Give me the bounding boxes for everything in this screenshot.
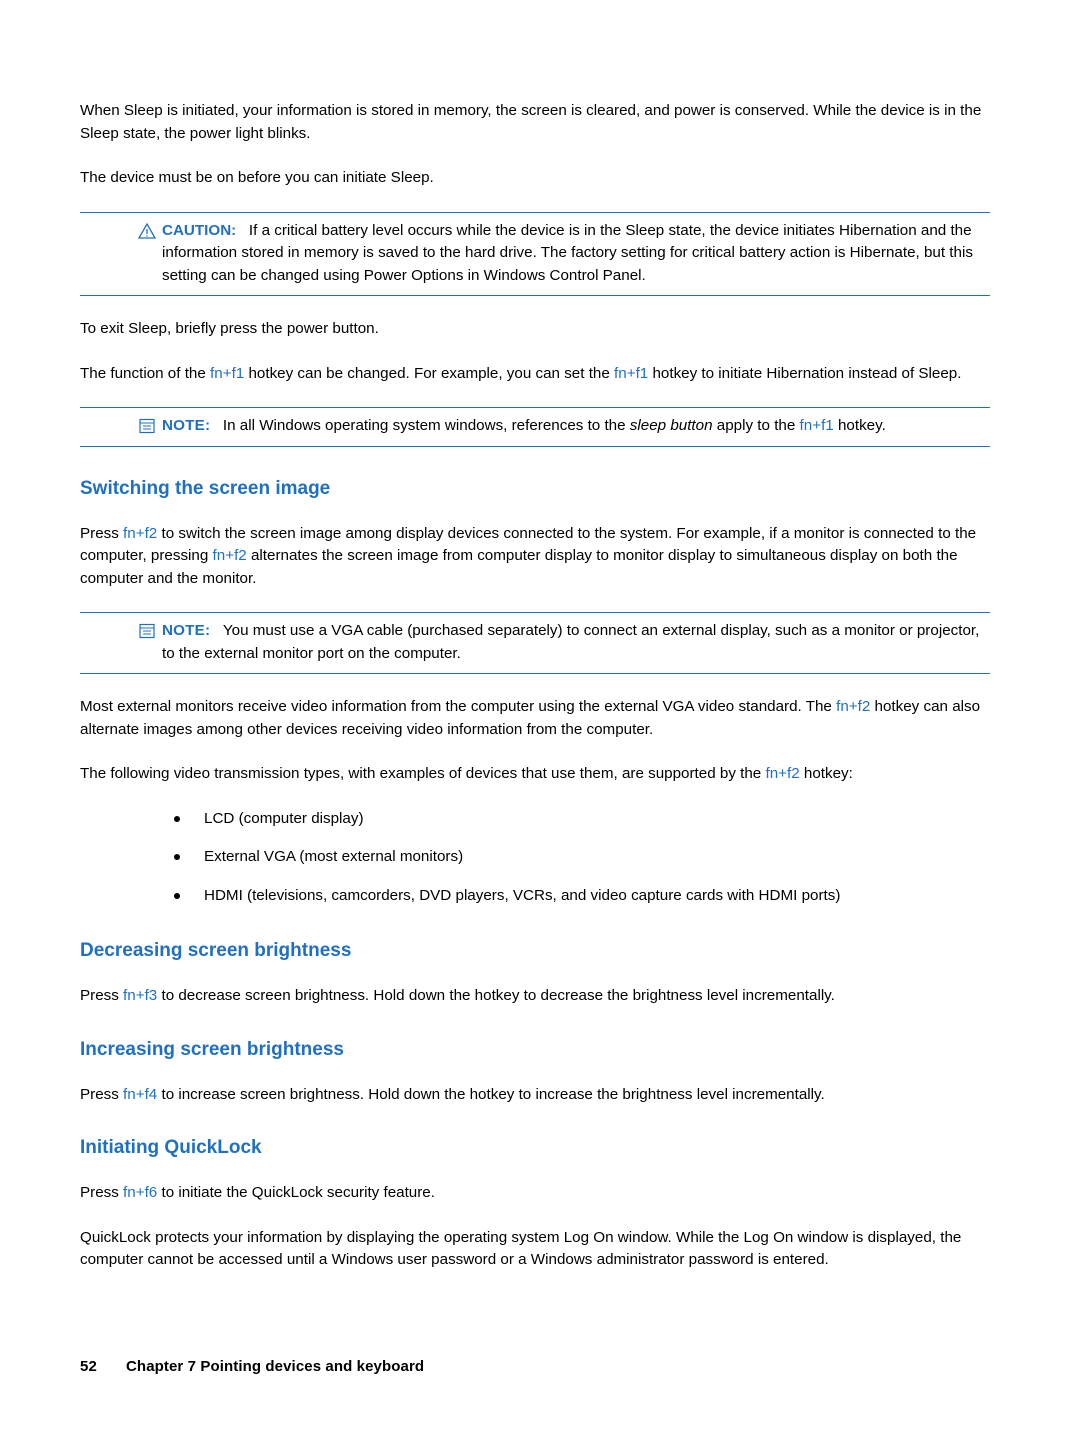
- note-text: You must use a VGA cable (purchased sepa…: [162, 622, 980, 662]
- list-item: LCD (computer display): [162, 808, 990, 831]
- paragraph-quicklock-protect: QuickLock protects your information by d…: [80, 1228, 962, 1269]
- heading-switching-screen-image: Switching the screen image: [80, 477, 331, 499]
- bullet-icon: [174, 815, 180, 822]
- hotkey-fn-f4: fn+f4: [123, 1085, 158, 1103]
- hotkey-fn-f2: fn+f2: [765, 765, 800, 782]
- hotkey-fn-f6: fn+f6: [123, 1184, 158, 1201]
- paragraph-decrease-brightness: Press fn+f3 to decrease screen brightnes…: [80, 985, 990, 1008]
- paragraph-sleep-intro: When Sleep is initiated, your informatio…: [80, 102, 982, 142]
- text-segment: Press: [80, 1184, 124, 1201]
- paragraph-video-types: The following video transmission types, …: [80, 763, 990, 786]
- heading-decreasing-brightness: Decreasing screen brightness: [80, 940, 352, 961]
- text-segment: Press: [80, 1085, 124, 1103]
- hotkey-fn-f2: fn+f2: [212, 547, 247, 564]
- caution-text: If a critical battery level occurs while…: [162, 221, 973, 284]
- note-icon: [137, 416, 157, 436]
- paragraph-switch-screen: Press fn+f2 to switch the screen image a…: [80, 523, 990, 591]
- caution-body: CAUTION: If a critical battery level occ…: [162, 220, 990, 288]
- emphasis-sleep-button: sleep button: [629, 417, 713, 434]
- document-page: When Sleep is initiated, your informatio…: [0, 0, 1080, 1437]
- text-segment: The function of the: [80, 364, 211, 382]
- page-content: When Sleep is initiated, your informatio…: [80, 100, 990, 1272]
- note-icon: [137, 621, 157, 641]
- note-body: NOTE: In all Windows operating system wi…: [162, 415, 990, 438]
- paragraph-increase-brightness: Press fn+f4 to increase screen brightnes…: [80, 1084, 990, 1107]
- video-types-list: LCD (computer display) External VGA (mos…: [162, 808, 990, 908]
- text-segment: The following video transmission types, …: [80, 765, 766, 782]
- hotkey-fn-f1: fn+f1: [614, 364, 649, 382]
- hotkey-fn-f1: fn+f1: [799, 417, 834, 434]
- list-item: HDMI (televisions, camcorders, DVD playe…: [162, 885, 990, 908]
- paragraph-device-on: The device must be on before you can ini…: [80, 169, 434, 186]
- note-label: NOTE:: [162, 622, 211, 639]
- list-item-label: HDMI (televisions, camcorders, DVD playe…: [204, 886, 841, 904]
- caution-icon: [137, 221, 157, 241]
- text-segment: to increase screen brightness. Hold down…: [157, 1085, 825, 1103]
- caution-label: CAUTION:: [162, 221, 237, 239]
- hotkey-fn-f1: fn+f1: [210, 364, 245, 382]
- paragraph-external-monitors: Most external monitors receive video inf…: [80, 696, 990, 741]
- text-segment: to decrease screen brightness. Hold down…: [157, 987, 835, 1004]
- note-callout-sleep-button: NOTE: In all Windows operating system wi…: [80, 407, 990, 447]
- page-footer: 52 Chapter 7 Pointing devices and keyboar…: [80, 1358, 424, 1375]
- text-segment: apply to the: [712, 417, 800, 434]
- hotkey-fn-f2: fn+f2: [123, 524, 158, 542]
- heading-initiating-quicklock: Initiating QuickLock: [80, 1137, 262, 1158]
- page-number: 52: [80, 1358, 97, 1375]
- note-body: NOTE: You must use a VGA cable (purchase…: [162, 620, 990, 665]
- footer-chapter-label: Chapter 7 Pointing devices and keyboard: [126, 1358, 425, 1375]
- note-callout-vga-cable: NOTE: You must use a VGA cable (purchase…: [80, 612, 990, 674]
- paragraph-quicklock-press: Press fn+f6 to initiate the QuickLock se…: [80, 1182, 990, 1205]
- paragraph-fn-f1-function: The function of the fn+f1 hotkey can be …: [80, 363, 990, 386]
- note-label: NOTE:: [162, 417, 211, 434]
- hotkey-fn-f2: fn+f2: [836, 698, 871, 715]
- text-segment: Most external monitors receive video inf…: [80, 698, 837, 715]
- bullet-icon: [174, 892, 180, 899]
- text-segment: to initiate the QuickLock security featu…: [157, 1184, 435, 1201]
- text-segment: hotkey:: [799, 765, 853, 782]
- list-item: External VGA (most external monitors): [162, 846, 990, 869]
- hotkey-fn-f3: fn+f3: [123, 987, 158, 1004]
- bullet-icon: [174, 854, 180, 860]
- heading-increasing-brightness: Increasing screen brightness: [80, 1038, 344, 1060]
- text-segment: In all Windows operating system windows,…: [222, 417, 630, 434]
- list-item-label: External VGA (most external monitors): [204, 848, 464, 865]
- text-segment: hotkey.: [833, 417, 886, 434]
- caution-callout: CAUTION: If a critical battery level occ…: [80, 211, 990, 296]
- list-item-label: LCD (computer display): [204, 809, 364, 827]
- text-segment: hotkey to initiate Hibernation instead o…: [648, 364, 962, 382]
- text-segment: Press: [80, 524, 124, 542]
- paragraph-exit-sleep: To exit Sleep, briefly press the power b…: [80, 320, 379, 337]
- text-segment: Press: [80, 987, 124, 1004]
- text-segment: hotkey can be changed. For example, you …: [244, 364, 615, 382]
